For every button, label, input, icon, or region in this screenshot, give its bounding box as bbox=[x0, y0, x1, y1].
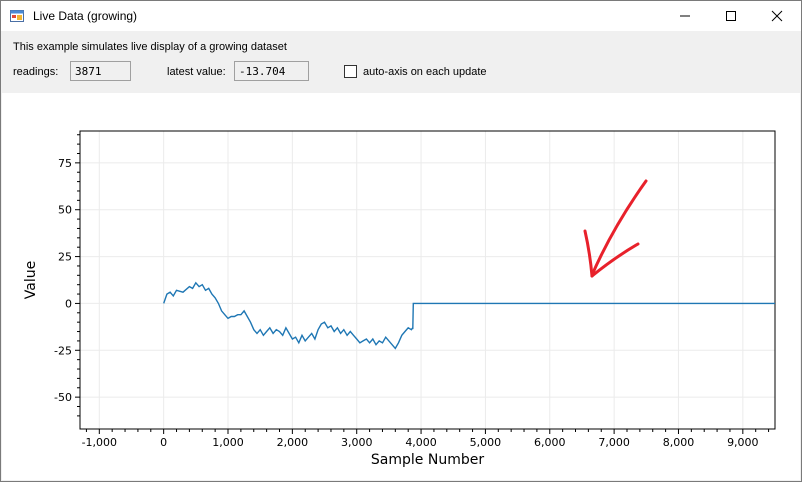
minimize-icon bbox=[680, 15, 690, 17]
maximize-button[interactable] bbox=[708, 1, 754, 31]
axis-ticks: -1,000 0 1,000 2,000 3,000 4,000 5,000 6,000 7,0… bbox=[54, 134, 770, 449]
y-tick-label: -50 bbox=[54, 391, 72, 404]
x-tick-label: -1,000 bbox=[82, 436, 117, 449]
x-tick-label: 2,000 bbox=[277, 436, 309, 449]
plot-panel[interactable]: -1,000 0 1,000 2,000 3,000 4,000 5,000 6,000 7,0… bbox=[2, 93, 800, 480]
y-tick-label: 0 bbox=[65, 297, 72, 310]
x-tick-label: 9,000 bbox=[727, 436, 759, 449]
y-tick-label: 50 bbox=[58, 204, 72, 217]
description-label: This example simulates live display of a… bbox=[13, 41, 287, 53]
app-form-icon bbox=[10, 10, 24, 22]
auto-axis-label[interactable]: auto-axis on each update bbox=[363, 66, 487, 78]
arrow-left-stroke bbox=[583, 229, 594, 278]
y-tick-label: 75 bbox=[58, 157, 72, 170]
y-axis-title: Value bbox=[23, 261, 39, 299]
grid bbox=[80, 131, 775, 429]
auto-axis-checkbox[interactable] bbox=[344, 65, 357, 78]
x-tick-label: 1,000 bbox=[212, 436, 244, 449]
minimize-button[interactable] bbox=[662, 1, 708, 31]
x-tick-label: 8,000 bbox=[663, 436, 695, 449]
window-title: Live Data (growing) bbox=[33, 9, 138, 23]
y-tick-label: -25 bbox=[54, 344, 72, 357]
readings-field[interactable]: 3871 bbox=[70, 61, 131, 81]
series-line bbox=[163, 281, 775, 350]
x-tick-label: 6,000 bbox=[534, 436, 566, 449]
x-tick-label: 3,000 bbox=[341, 436, 373, 449]
x-tick-label: 0 bbox=[160, 436, 167, 449]
app-window: Live Data (growing) This example simulat… bbox=[0, 0, 802, 482]
latest-value-label: latest value: bbox=[167, 66, 226, 78]
readings-label: readings: bbox=[13, 66, 59, 78]
red-arrow-annotation bbox=[583, 179, 648, 278]
latest-value-field[interactable]: -13.704 bbox=[234, 61, 309, 81]
plot-frame bbox=[79, 130, 776, 430]
maximize-icon bbox=[726, 11, 736, 21]
line-chart[interactable]: -1,000 0 1,000 2,000 3,000 4,000 5,000 6,000 7,0… bbox=[2, 93, 800, 480]
x-tick-label: 5,000 bbox=[470, 436, 502, 449]
arrow-shaft bbox=[590, 179, 648, 277]
x-axis-title: Sample Number bbox=[371, 452, 484, 468]
x-tick-label: 4,000 bbox=[405, 436, 437, 449]
close-button[interactable] bbox=[754, 1, 800, 31]
x-tick-label: 7,000 bbox=[598, 436, 630, 449]
y-tick-label: 25 bbox=[58, 251, 72, 264]
close-icon bbox=[771, 10, 783, 22]
title-bar[interactable]: Live Data (growing) bbox=[1, 1, 801, 31]
